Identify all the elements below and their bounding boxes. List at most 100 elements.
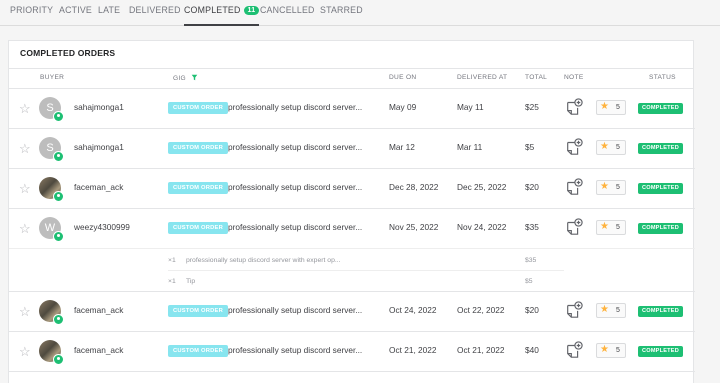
column-header-due-on: DUE ON (389, 74, 417, 81)
delivered-date: Oct 22, 2022 (457, 305, 505, 315)
rating-star-icon: ★ (600, 181, 609, 192)
buyer-name[interactable]: faceman_ack (74, 345, 123, 355)
tab-cancelled[interactable]: CANCELLED (260, 5, 315, 15)
completed-orders-card: COMPLETED ORDERS BUYER GIG DUE ON DELIVE… (8, 40, 695, 383)
gig-title[interactable]: professionally setup discord server... (228, 305, 362, 315)
star-icon[interactable]: ☆ (19, 101, 31, 117)
buyer-name[interactable]: sahajmonga1 (74, 102, 124, 112)
divider (9, 68, 693, 69)
rating-value: 5 (616, 346, 620, 354)
delivered-date: Nov 24, 2022 (457, 222, 507, 232)
gig-title[interactable]: professionally setup discord server... (228, 142, 362, 152)
add-note-icon[interactable] (565, 138, 583, 156)
order-total: $40 (525, 345, 539, 355)
card-title: COMPLETED ORDERS (20, 48, 116, 58)
line-item-amount: $5 (525, 278, 533, 285)
rating-badge: ★ 5 (596, 220, 626, 235)
tab-starred[interactable]: STARRED (320, 5, 363, 15)
order-status-tabs: PRIORITY ACTIVE LATE DELIVERED COMPLETED… (0, 0, 720, 26)
avatar-letter: S (46, 142, 54, 154)
gig-title[interactable]: professionally setup discord server... (228, 222, 362, 232)
custom-order-chip: CUSTOM ORDER (168, 345, 228, 357)
person-badge-icon (53, 231, 64, 242)
rating-badge: ★ 5 (596, 343, 626, 358)
filter-icon[interactable] (191, 74, 198, 81)
gig-title[interactable]: professionally setup discord server... (228, 182, 362, 192)
line-item-description: professionally setup discord server with… (186, 257, 341, 264)
rating-star-icon: ★ (600, 101, 609, 112)
table-row[interactable]: ☆ faceman_ack CUSTOM ORDER professionall… (9, 292, 695, 332)
rating-badge: ★ 5 (596, 303, 626, 318)
custom-order-chip: CUSTOM ORDER (168, 142, 228, 154)
gig-title[interactable]: professionally setup discord server... (228, 102, 362, 112)
avatar[interactable]: S (39, 97, 64, 122)
status-badge: COMPLETED (638, 183, 683, 194)
tab-late[interactable]: LATE (98, 5, 120, 15)
due-date: Mar 12 (389, 142, 415, 152)
due-date: Oct 21, 2022 (389, 345, 437, 355)
tab-delivered[interactable]: DELIVERED (129, 5, 181, 15)
add-note-icon[interactable] (565, 98, 583, 116)
column-header-buyer: BUYER (40, 74, 65, 81)
custom-order-chip: CUSTOM ORDER (168, 102, 228, 114)
due-date: May 09 (389, 102, 417, 112)
rating-value: 5 (616, 183, 620, 191)
status-badge: COMPLETED (638, 143, 683, 154)
add-note-icon[interactable] (565, 218, 583, 236)
rating-value: 5 (616, 223, 620, 231)
order-total: $5 (525, 142, 535, 152)
column-header-delivered-at: DELIVERED AT (457, 74, 508, 81)
avatar[interactable]: S (39, 137, 64, 162)
delivered-date: Oct 21, 2022 (457, 345, 505, 355)
column-header-gig[interactable]: GIG (173, 74, 198, 82)
order-line-item: ×1 professionally setup discord server w… (9, 250, 695, 271)
gig-title[interactable]: professionally setup discord server... (228, 345, 362, 355)
buyer-name[interactable]: faceman_ack (74, 305, 123, 315)
table-row[interactable]: ☆ faceman_ack CUSTOM ORDER professionall… (9, 332, 695, 372)
delivered-date: Mar 11 (457, 142, 483, 152)
table-row[interactable]: ☆ S sahajmonga1 CUSTOM ORDER professiona… (9, 129, 695, 169)
column-header-status: STATUS (649, 74, 676, 81)
rating-badge: ★ 5 (596, 140, 626, 155)
column-header-total: TOTAL (525, 74, 548, 81)
rating-value: 5 (616, 143, 620, 151)
status-badge: COMPLETED (638, 103, 683, 114)
avatar[interactable] (39, 177, 64, 202)
rating-star-icon: ★ (600, 221, 609, 232)
add-note-icon[interactable] (565, 341, 583, 359)
star-icon[interactable]: ☆ (19, 181, 31, 197)
star-icon[interactable]: ☆ (19, 344, 31, 360)
line-item-quantity: ×1 (168, 257, 176, 264)
due-date: Oct 24, 2022 (389, 305, 437, 315)
buyer-name[interactable]: sahajmonga1 (74, 142, 124, 152)
tab-active[interactable]: ACTIVE (59, 5, 92, 15)
due-date: Dec 28, 2022 (389, 182, 439, 192)
delivered-date: Dec 25, 2022 (457, 182, 507, 192)
avatar[interactable] (39, 300, 64, 325)
column-header-gig-label: GIG (173, 75, 186, 82)
line-item-amount: $35 (525, 257, 537, 264)
order-line-item: ×1 Tip $5 (9, 271, 695, 292)
tab-completed-label: COMPLETED (184, 5, 241, 15)
buyer-name[interactable]: faceman_ack (74, 182, 123, 192)
person-badge-icon (53, 111, 64, 122)
order-total: $25 (525, 102, 539, 112)
rating-badge: ★ 5 (596, 100, 626, 115)
table-row[interactable]: ☆ W weezy4300999 CUSTOM ORDER profession… (9, 209, 695, 249)
star-icon[interactable]: ☆ (19, 221, 31, 237)
order-total: $35 (525, 222, 539, 232)
tab-priority[interactable]: PRIORITY (10, 5, 53, 15)
table-row[interactable]: ☆ S sahajmonga1 CUSTOM ORDER professiona… (9, 89, 695, 129)
status-badge: COMPLETED (638, 346, 683, 357)
tab-completed[interactable]: COMPLETED 11 (184, 5, 260, 26)
buyer-name[interactable]: weezy4300999 (74, 222, 130, 232)
add-note-icon[interactable] (565, 301, 583, 319)
avatar[interactable] (39, 340, 64, 365)
avatar[interactable]: W (39, 217, 64, 242)
rating-star-icon: ★ (600, 141, 609, 152)
star-icon[interactable]: ☆ (19, 304, 31, 320)
table-row[interactable]: ☆ faceman_ack CUSTOM ORDER professionall… (9, 169, 695, 209)
star-icon[interactable]: ☆ (19, 141, 31, 157)
rating-value: 5 (616, 103, 620, 111)
add-note-icon[interactable] (565, 178, 583, 196)
